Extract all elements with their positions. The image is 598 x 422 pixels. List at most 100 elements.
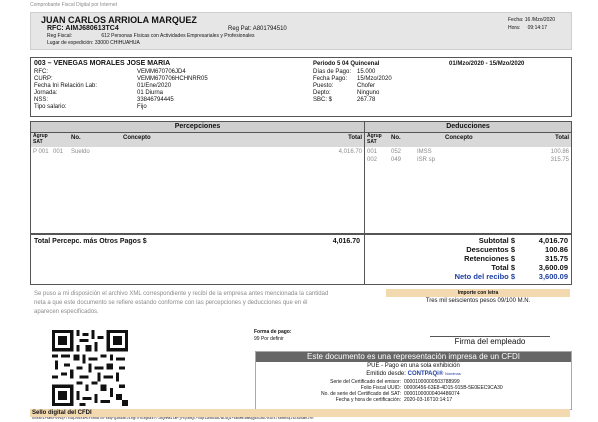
perc-row-total: 4,016.70 <box>338 149 362 155</box>
perc-col-total: Total <box>348 135 362 141</box>
importe-text: Tres mil seiscientos pesos 09/100 M.N. <box>425 298 531 304</box>
emp-fecha-ini: 01/Ene/2020 <box>137 83 172 89</box>
hora-label: Hora: <box>508 25 521 31</box>
period-range: 01/Mzo/2020 - 15/Mzo/2020 <box>449 61 525 67</box>
totals-left: Total Percepc. más Otros Pagos $ 4,016.7… <box>31 234 365 284</box>
emp-jornada-label: Jornada: <box>34 90 58 96</box>
ded-col-no: No. <box>391 135 401 141</box>
sello-text: ocezRIP5m5rvVVq+/c4qJV6x4MCfxRnw7cFtmq+Q… <box>32 417 314 421</box>
reg-fiscal-label: Reg Fiscal: <box>47 33 73 39</box>
cfdi-title: Este documento es una representación imp… <box>256 352 571 362</box>
emp-nss-label: NSS: <box>34 97 49 103</box>
hora: 09:14:17 <box>527 25 548 31</box>
fecha-pago: 15/Mzo/2020 <box>357 76 392 82</box>
emp-tipo-salario: Fijo <box>137 104 147 110</box>
dias-pago: 15.000 <box>357 69 376 75</box>
subtotal-label: Subtotal $ <box>478 236 515 245</box>
contpaqi-sub: Nóminas <box>444 371 461 376</box>
puesto-label: Puesto: <box>313 83 334 89</box>
ded-col-concepto: Concepto <box>445 135 473 141</box>
emp-nss: 33846794445 <box>137 97 174 103</box>
emp-curp-label: CURP: <box>34 76 53 82</box>
fecha-pago-label: Fecha Pago: <box>313 76 348 82</box>
ded-row2-agrup: 002 <box>367 157 378 163</box>
perc-row-concepto: Sueldo <box>71 149 90 155</box>
disclaimer-text: Se puso a mi disposición el archivo XML … <box>34 291 329 315</box>
contpaqi-logo: CONTPAQi® <box>407 371 444 377</box>
sbc: 267.78 <box>357 97 376 103</box>
cfdi-details: Serie del Certificado del emisor: 0000100… <box>256 379 571 403</box>
retenciones-value: 315.75 <box>545 254 568 263</box>
period-details: Días de Pago: 15.000 Fecha Pago: 15/Mzo/20… <box>313 69 473 104</box>
cfdi-emitido-label: Emitido desde: <box>366 371 406 377</box>
perc-col-no: No. <box>71 135 81 141</box>
deducciones-header: Deducciones <box>365 122 571 133</box>
concepts-table: Percepciones Agrup SAT No. Concepto Tota… <box>30 121 572 235</box>
document-type-label: Comprobante Fiscal Digital por Internet <box>30 2 117 8</box>
ded-row2-total: 315.75 <box>550 157 569 163</box>
perc-col-agrup: Agrup SAT <box>33 133 48 145</box>
emp-jornada: 01 Diurna <box>137 90 164 96</box>
reg-fiscal: 612 Personas Físicas con Actividades Emp… <box>101 33 255 39</box>
qr-code <box>52 330 128 406</box>
percepciones-col-header: Agrup SAT No. Concepto Total <box>31 133 364 147</box>
ded-row2-no: 049 <box>391 157 402 163</box>
perc-col-concepto: Concepto <box>123 135 151 141</box>
issuer-rfc: AIMJ680613TC4 <box>65 25 119 32</box>
depto: Ninguno <box>357 90 380 96</box>
importe-label: Importe con letra <box>457 290 499 296</box>
totals-right: Subtotal $ 4,016.70 Descuentos $ 100.86 Re… <box>365 236 571 281</box>
issuer-name: JUAN CARLOS ARRIOLA MARQUEZ <box>41 15 197 25</box>
emp-curp: VEMM670706HCHNRR05 <box>137 76 208 82</box>
retenciones-label: Retenciones $ <box>464 254 515 263</box>
employee-info-box: 003 – VENEGAS MORALES JOSE MARIA RFC: VEM… <box>30 57 572 117</box>
reg-pat: A801794510 <box>252 26 287 32</box>
total-value: 3,600.09 <box>538 263 568 272</box>
deducciones-col-header: Agrup SAT No. Concepto Total <box>365 133 571 147</box>
cfdi-fecha-cert-label: Fecha y hora de certificación: <box>335 397 401 403</box>
emp-fecha-ini-label: Fecha Ini Relación Lab: <box>34 83 98 89</box>
fecha: 16 /Mzo/2020 <box>524 17 555 23</box>
forma-pago-value: 99 Por definir <box>254 336 284 342</box>
perc-row-agrup: P 001 <box>33 149 49 155</box>
neto-value: 3,600.09 <box>538 272 568 281</box>
employee-details: RFC: VEMM670706JD4 CURP: VEMM670706HCHNRR0… <box>34 69 304 111</box>
period-title: Periodo 5 04 Quincenal <box>313 61 380 67</box>
ded-row1-agrup: 001 <box>367 149 378 155</box>
ded-row1-no: 052 <box>391 149 402 155</box>
cfdi-emitido: Emitido desde: CONTPAQi® Nóminas <box>256 370 571 378</box>
issuer-header: JUAN CARLOS ARRIOLA MARQUEZ RFC: AIMJ680… <box>30 12 572 50</box>
perc-row-no: 001 <box>53 149 64 155</box>
cfdi-fecha-cert: 2020-03-16T10:14:17 <box>404 397 453 403</box>
emp-tipo-salario-label: Tipo salario: <box>34 104 67 110</box>
firma-label: Firma del empleado <box>454 337 526 346</box>
sello-bar <box>30 409 570 417</box>
subtotal-value: 4,016.70 <box>538 236 568 245</box>
table-row: P 001 001 Sueldo 4,016.70 <box>31 149 364 157</box>
fecha-label: Fecha: <box>508 17 524 23</box>
emp-rfc-label: RFC: <box>34 69 48 75</box>
descuentos-value: 100.86 <box>545 245 568 254</box>
issuer-rfc-label: RFC: <box>47 25 64 32</box>
deducciones-panel: Deducciones Agrup SAT No. Concepto Total… <box>365 122 571 234</box>
dias-pago-label: Días de Pago: <box>313 69 352 75</box>
total-percepciones-value: 4,016.70 <box>332 238 360 245</box>
ded-row2-concepto: ISR sp <box>417 157 436 163</box>
cfdi-pue: PUE - Pago en una sola exhibición <box>367 363 460 369</box>
percepciones-header: Percepciones <box>31 122 364 133</box>
table-row: 002 049 ISR sp 315.75 <box>365 157 571 165</box>
ded-col-agrup: Agrup SAT <box>367 133 382 145</box>
neto-label: Neto del recibo $ <box>454 272 515 281</box>
emp-rfc: VEMM670706JD4 <box>137 69 186 75</box>
percepciones-panel: Percepciones Agrup SAT No. Concepto Tota… <box>31 122 365 234</box>
forma-pago-label: Forma de pago: <box>254 329 292 335</box>
ded-row1-total: 100.86 <box>550 149 569 155</box>
descuentos-label: Descuentos $ <box>466 245 515 254</box>
puesto: Chofer <box>357 83 376 89</box>
sello-label: Sello digital del CFDI <box>32 410 92 416</box>
employee-title: 003 – VENEGAS MORALES JOSE MARIA <box>34 60 171 67</box>
reg-pat-label: Reg Pat: <box>228 26 252 32</box>
lugar-label: Lugar de expedición: <box>47 40 94 46</box>
total-percepciones-label: Total Percepc. más Otros Pagos $ <box>34 238 147 245</box>
ded-col-total: Total <box>555 135 569 141</box>
